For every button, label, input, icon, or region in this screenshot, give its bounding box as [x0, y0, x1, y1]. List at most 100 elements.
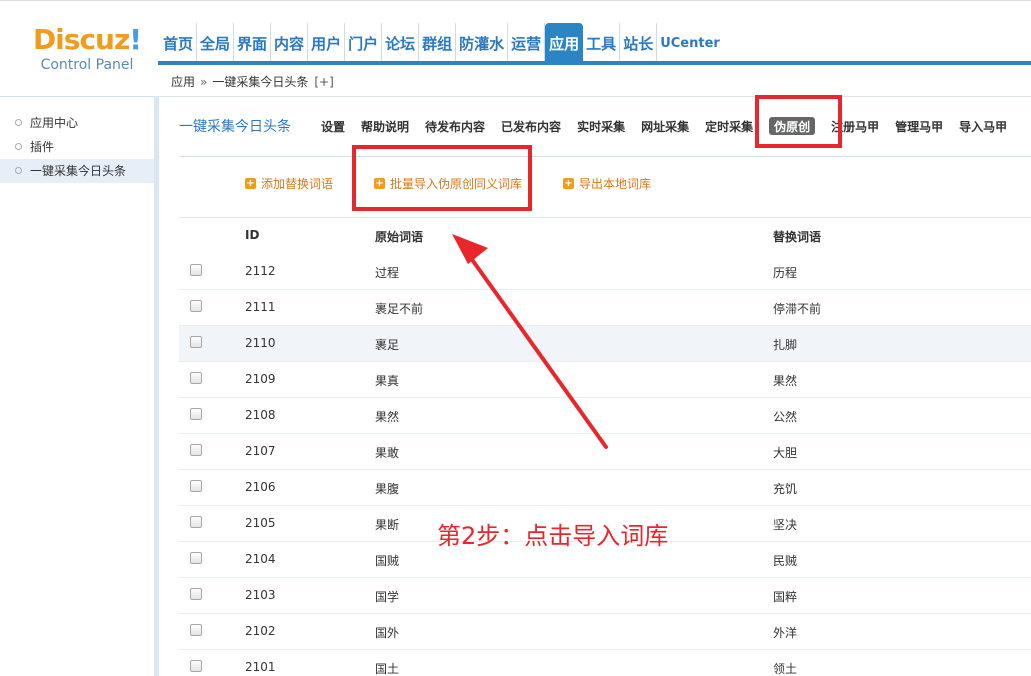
table-row: 2103 国学 国粹 — [179, 578, 1031, 614]
cell-original: 果然 — [375, 410, 400, 424]
admin-header: Discuz! Control Panel 首页 全局 界面 内容 用户 门户 论坛 群组 防灌… — [0, 0, 1031, 73]
cell-id: 2107 — [245, 444, 276, 458]
breadcrumb-bar: 应用 » 一键采集今日头条 [+] — [159, 65, 1031, 97]
table-row: 2109 果真 果然 — [179, 362, 1031, 398]
plugin-subnav: 一键采集今日头条 设置 帮助说明 待发布内容 已发布内容 实时采集 网址采集 定时采集 伪原创… — [159, 111, 1031, 139]
cell-id: 2110 — [245, 336, 276, 350]
topnav-item[interactable]: UCenter — [657, 23, 723, 63]
top-navigation: 首页 全局 界面 内容 用户 门户 论坛 群组 防灌水 运营 应用 工具 站长 UCenter — [160, 23, 723, 63]
row-checkbox[interactable] — [190, 408, 202, 420]
table-row: 2112 过程 历程 — [179, 254, 1031, 290]
plus-icon: + — [563, 178, 574, 189]
column-header-id: ID — [245, 228, 260, 242]
bullet-icon — [15, 119, 22, 126]
cell-id: 2111 — [245, 300, 276, 314]
cell-id: 2102 — [245, 624, 276, 638]
row-checkbox[interactable] — [190, 660, 202, 672]
row-checkbox[interactable] — [190, 264, 202, 276]
topnav-item[interactable]: 论坛 — [382, 23, 420, 63]
cell-replacement: 民贼 — [773, 554, 798, 568]
cell-replacement: 停滞不前 — [773, 302, 822, 316]
export-local-thesaurus-link[interactable]: + 导出本地词库 — [563, 175, 651, 192]
cell-original: 果腹 — [375, 482, 400, 496]
topnav-item[interactable]: 应用 — [545, 23, 584, 63]
table-divider — [179, 217, 1031, 218]
cell-original: 过程 — [375, 266, 400, 280]
cell-original: 国学 — [375, 590, 400, 604]
cell-id: 2106 — [245, 480, 276, 494]
topnav-item[interactable]: 防灌水 — [456, 23, 509, 63]
topnav-item[interactable]: 用户 — [308, 23, 346, 63]
sidebar-item-toutiao-collector[interactable]: 一键采集今日头条 — [0, 159, 158, 183]
sidebar-item-label: 插件 — [30, 140, 55, 154]
topnav-item[interactable]: 首页 — [160, 23, 198, 63]
cell-original: 果断 — [375, 518, 400, 532]
table-header: ID 原始词语 替换词语 — [179, 224, 1031, 248]
breadcrumb-current: 一键采集今日头条 — [212, 75, 309, 89]
row-checkbox[interactable] — [190, 516, 202, 528]
row-checkbox[interactable] — [190, 588, 202, 600]
action-label: 添加替换词语 — [261, 177, 334, 191]
cell-replacement: 国粹 — [773, 590, 798, 604]
sidebar-item-label: 一键采集今日头条 — [30, 164, 127, 178]
cell-id: 2108 — [245, 408, 276, 422]
cell-original: 国土 — [375, 662, 400, 676]
add-to-menu-link[interactable]: [+] — [314, 75, 333, 89]
subnav-divider — [179, 156, 1031, 157]
annotation-highlight-fake-original-tab — [755, 95, 842, 148]
column-header-original: 原始词语 — [375, 230, 424, 244]
action-label: 导出本地词库 — [579, 177, 652, 191]
row-checkbox[interactable] — [190, 300, 202, 312]
subnav-tab[interactable]: 待发布内容 — [425, 118, 485, 135]
plus-icon: + — [245, 178, 256, 189]
subnav-tab[interactable]: 导入马甲 — [959, 118, 1007, 135]
subnav-tab[interactable]: 实时采集 — [577, 118, 625, 135]
row-checkbox[interactable] — [190, 372, 202, 384]
sidebar-item-plugins[interactable]: 插件 — [0, 135, 158, 159]
subnav-tab[interactable]: 帮助说明 — [361, 118, 409, 135]
word-table-body: 2112 过程 历程 2111 裹足不前 停滞不前 2110 裹足 扎脚 2109 果真 果然 2108… — [179, 254, 1031, 676]
discuz-logo[interactable]: Discuz! Control Panel — [22, 23, 152, 79]
cell-replacement: 历程 — [773, 266, 798, 280]
cell-replacement: 坚决 — [773, 518, 798, 532]
row-checkbox[interactable] — [190, 444, 202, 456]
cell-id: 2105 — [245, 516, 276, 530]
subnav-tab[interactable]: 网址采集 — [641, 118, 689, 135]
row-checkbox[interactable] — [190, 624, 202, 636]
logo-wordmark: Discuz! — [32, 23, 142, 56]
subnav-tab[interactable]: 定时采集 — [705, 118, 753, 135]
breadcrumb-root[interactable]: 应用 — [171, 75, 195, 89]
cell-replacement: 扎脚 — [773, 338, 798, 352]
topnav-item[interactable]: 内容 — [271, 23, 309, 63]
cell-id: 2101 — [245, 660, 276, 674]
plugin-subnav-links: 设置 帮助说明 待发布内容 已发布内容 实时采集 网址采集 定时采集 伪原创 注册马甲 管理马甲导… — [321, 117, 1023, 135]
cell-id: 2103 — [245, 588, 276, 602]
topnav-item[interactable]: 运营 — [508, 23, 546, 63]
cell-replacement: 充饥 — [773, 482, 798, 496]
topnav-item[interactable]: 界面 — [234, 23, 272, 63]
bullet-icon — [15, 143, 22, 150]
cell-original: 国贼 — [375, 554, 400, 568]
table-row: 2106 果腹 充饥 — [179, 470, 1031, 506]
topnav-item[interactable]: 站长 — [620, 23, 658, 63]
column-header-replacement: 替换词语 — [773, 230, 822, 244]
subnav-tab[interactable]: 已发布内容 — [501, 118, 561, 135]
cell-id: 2109 — [245, 372, 276, 386]
add-replace-word-link[interactable]: + 添加替换词语 — [245, 175, 333, 192]
table-row: 2110 裹足 扎脚 — [179, 326, 1031, 362]
plugin-title[interactable]: 一键采集今日头条 — [179, 116, 291, 136]
row-checkbox[interactable] — [190, 552, 202, 564]
row-checkbox[interactable] — [190, 480, 202, 492]
subnav-tab[interactable]: 设置 — [321, 118, 345, 135]
topnav-item[interactable]: 门户 — [345, 23, 383, 63]
row-checkbox[interactable] — [190, 336, 202, 348]
table-row: 2107 果敢 大胆 — [179, 434, 1031, 470]
topnav-item[interactable]: 群组 — [419, 23, 457, 63]
main-content: 一键采集今日头条 设置 帮助说明 待发布内容 已发布内容 实时采集 网址采集 定时采集 伪原创… — [159, 97, 1031, 676]
table-row: 2101 国土 领土 — [179, 650, 1031, 676]
sidebar-item-app-center[interactable]: 应用中心 — [0, 111, 158, 135]
subnav-tab[interactable]: 管理马甲 — [895, 118, 943, 135]
topnav-item[interactable]: 工具 — [583, 23, 621, 63]
logo-subtitle: Control Panel — [40, 57, 134, 73]
topnav-item[interactable]: 全局 — [197, 23, 235, 63]
